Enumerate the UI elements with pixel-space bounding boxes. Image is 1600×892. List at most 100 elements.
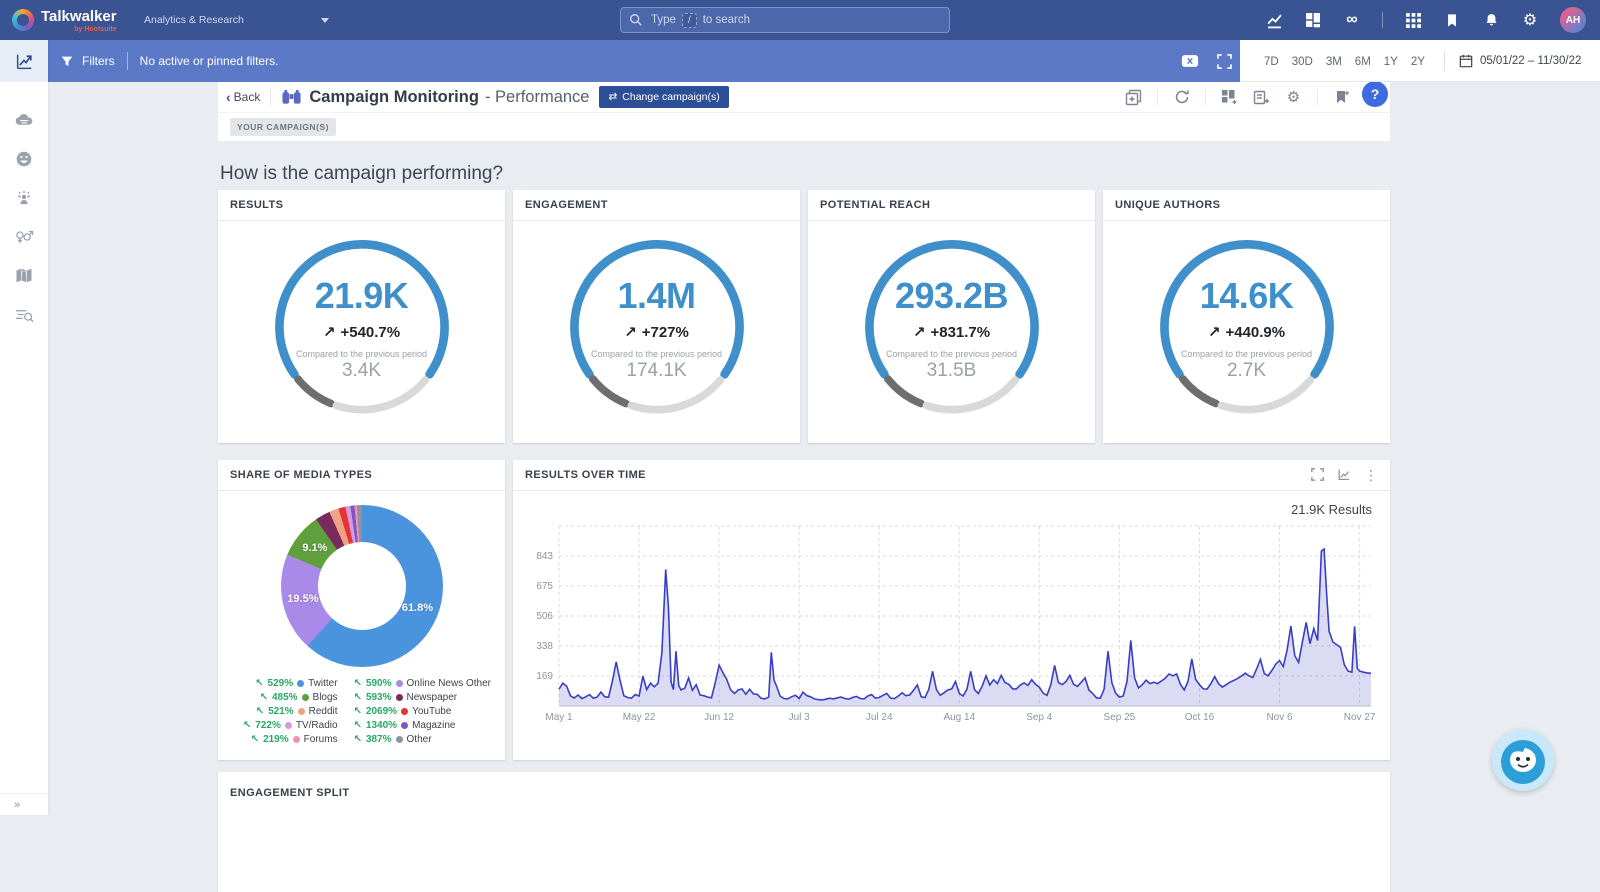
legend-dot xyxy=(285,722,292,729)
donut-chart[interactable] xyxy=(281,505,443,667)
fullscreen-icon[interactable] xyxy=(1311,468,1324,481)
sidebar-item-geography[interactable] xyxy=(0,256,48,295)
refresh-icon[interactable] xyxy=(1173,89,1190,106)
trend-up-left-icon: ↖ xyxy=(260,692,268,703)
kpi-value: 1.4M xyxy=(617,275,695,317)
results-over-time-svg: 169338506675843May 1May 22Jun 12Jul 3Jul… xyxy=(523,516,1376,738)
expand-sidebar-icon[interactable]: » xyxy=(0,793,48,815)
legend-item[interactable]: ↖1340%Magazine xyxy=(354,720,491,731)
performance-chart-icon xyxy=(15,52,34,71)
back-button[interactable]: ‹ Back xyxy=(226,89,260,105)
range-button-7d[interactable]: 7D xyxy=(1264,56,1279,68)
donut-slice-label: 61.8% xyxy=(402,602,433,614)
range-button-1y[interactable]: 1Y xyxy=(1384,56,1398,68)
search-input[interactable]: Type / to search xyxy=(620,7,950,33)
chevron-down-icon xyxy=(321,18,329,23)
header-icons-divider xyxy=(1157,89,1158,105)
legend-item[interactable]: ↖219%Forums xyxy=(232,734,338,745)
legend-label: Reddit xyxy=(309,706,338,717)
chevron-left-icon: ‹ xyxy=(226,89,231,105)
chart-type-icon[interactable] xyxy=(1337,468,1351,481)
trend-up-left-icon: ↖ xyxy=(354,720,362,731)
fullscreen-icon[interactable] xyxy=(1217,54,1232,69)
results-line-chart[interactable]: 169338506675843May 1May 22Jun 12Jul 3Jul… xyxy=(523,516,1376,738)
copy-add-icon[interactable] xyxy=(1125,89,1142,106)
filters-label[interactable]: Filters xyxy=(82,54,115,68)
change-campaigns-button[interactable]: ⇄ Change campaign(s) xyxy=(599,86,728,108)
infinity-icon[interactable]: ∞ xyxy=(1343,11,1361,29)
trending-icon[interactable] xyxy=(1265,11,1283,29)
gear-icon[interactable]: ⚙ xyxy=(1285,89,1302,106)
legend-item[interactable]: ↖722%TV/Radio xyxy=(232,720,338,731)
gear-icon[interactable]: ⚙ xyxy=(1521,11,1539,29)
legend-item[interactable]: ↖2069%YouTube xyxy=(354,706,491,717)
legend-item[interactable]: ↖593%Newspaper xyxy=(354,692,491,703)
legend-change: 485% xyxy=(272,692,298,703)
range-button-30d[interactable]: 30D xyxy=(1292,56,1313,68)
sidebar-item-influencers[interactable] xyxy=(0,178,48,217)
legend-label: YouTube xyxy=(412,706,451,717)
trend-up-icon: ↗ xyxy=(1208,323,1221,341)
filter-funnel-icon xyxy=(60,55,74,68)
legend-label: Twitter xyxy=(308,678,337,689)
sidebar-item-conversation-clusters[interactable] xyxy=(0,295,48,334)
kpi-delta: +727% xyxy=(642,324,689,341)
legend-item[interactable]: ↖521%Reddit xyxy=(232,706,338,717)
kpi-previous-value: 31.5B xyxy=(927,360,977,382)
date-segment-divider xyxy=(1444,51,1445,71)
bookmark-icon[interactable] xyxy=(1443,11,1461,29)
kpi-compare-label: Compared to the previous period xyxy=(296,349,427,359)
legend-change: 722% xyxy=(255,720,281,731)
date-range-picker[interactable]: 05/01/22 – 11/30/22 xyxy=(1459,54,1581,68)
header-action-icons: ⚙ xyxy=(1125,89,1350,106)
media-types-donut: 61.8%19.5%9.1% xyxy=(281,505,443,667)
your-campaigns-chip[interactable]: YOUR CAMPAIGN(S) xyxy=(230,118,336,136)
sidebar-item-media-cloud[interactable] xyxy=(0,100,48,139)
demographics-gender-icon xyxy=(14,228,34,245)
legend-label: Other xyxy=(407,734,432,745)
legend-dot xyxy=(293,736,300,743)
search-placeholder-suffix: to search xyxy=(703,14,750,26)
kpi-delta: +831.7% xyxy=(930,324,990,341)
legend-item[interactable]: ↖529%Twitter xyxy=(232,678,338,689)
legend-item[interactable]: ↖387%Other xyxy=(354,734,491,745)
top-navigation-bar: Talkwalker by Hootsuite Analytics & Rese… xyxy=(0,0,1600,40)
workspace-selector[interactable]: Analytics & Research xyxy=(144,0,329,40)
avatar[interactable]: AH xyxy=(1560,7,1586,33)
kpi-gauge: 21.9K ↗+540.7% Compared to the previous … xyxy=(266,231,458,431)
kpi-previous-value: 3.4K xyxy=(342,360,381,382)
bookmark-add-icon[interactable] xyxy=(1333,89,1350,106)
sidebar-item-performance[interactable] xyxy=(0,40,48,82)
dashboard-icon[interactable] xyxy=(1304,11,1322,29)
help-button[interactable]: ? xyxy=(1362,81,1388,107)
range-button-2y[interactable]: 2Y xyxy=(1411,56,1425,68)
word-cloud-icon xyxy=(15,112,34,128)
apps-grid-icon[interactable] xyxy=(1404,11,1422,29)
sidebar-item-demographics[interactable] xyxy=(0,217,48,256)
trend-up-left-icon: ↖ xyxy=(354,692,362,703)
trend-up-left-icon: ↖ xyxy=(354,678,362,689)
svg-text:Oct 16: Oct 16 xyxy=(1185,712,1215,723)
legend-item[interactable]: ↖485%Blogs xyxy=(232,692,338,703)
legend-dot xyxy=(302,694,309,701)
slash-key-hint: / xyxy=(682,13,697,28)
report-add-icon[interactable] xyxy=(1253,89,1270,106)
talkwalker-logo[interactable]: Talkwalker by Hootsuite xyxy=(12,8,130,33)
trend-up-left-icon: ↖ xyxy=(354,734,362,745)
results-over-time-title: RESULTS OVER TIME xyxy=(525,469,646,481)
range-button-3m[interactable]: 3M xyxy=(1326,56,1342,68)
bell-icon[interactable] xyxy=(1482,11,1500,29)
legend-item[interactable]: ↖590%Online News Other xyxy=(354,678,491,689)
dashboard-add-icon[interactable] xyxy=(1221,89,1238,106)
sentiment-smiley-icon xyxy=(15,150,33,168)
range-button-6m[interactable]: 6M xyxy=(1355,56,1371,68)
sidebar-item-sentiment[interactable] xyxy=(0,139,48,178)
back-label: Back xyxy=(234,90,261,104)
clear-filters-icon[interactable] xyxy=(1181,54,1199,68)
media-types-legend: ↖529%Twitter↖590%Online News Other↖485%B… xyxy=(218,678,505,745)
kebab-menu-icon[interactable]: ⋮ xyxy=(1364,470,1378,480)
kpi-delta: +440.9% xyxy=(1225,324,1285,341)
legend-label: Magazine xyxy=(412,720,455,731)
chat-assistant-button[interactable] xyxy=(1492,729,1554,791)
share-of-media-types-card: SHARE OF MEDIA TYPES 61.8%19.5%9.1% ↖529… xyxy=(218,460,505,760)
